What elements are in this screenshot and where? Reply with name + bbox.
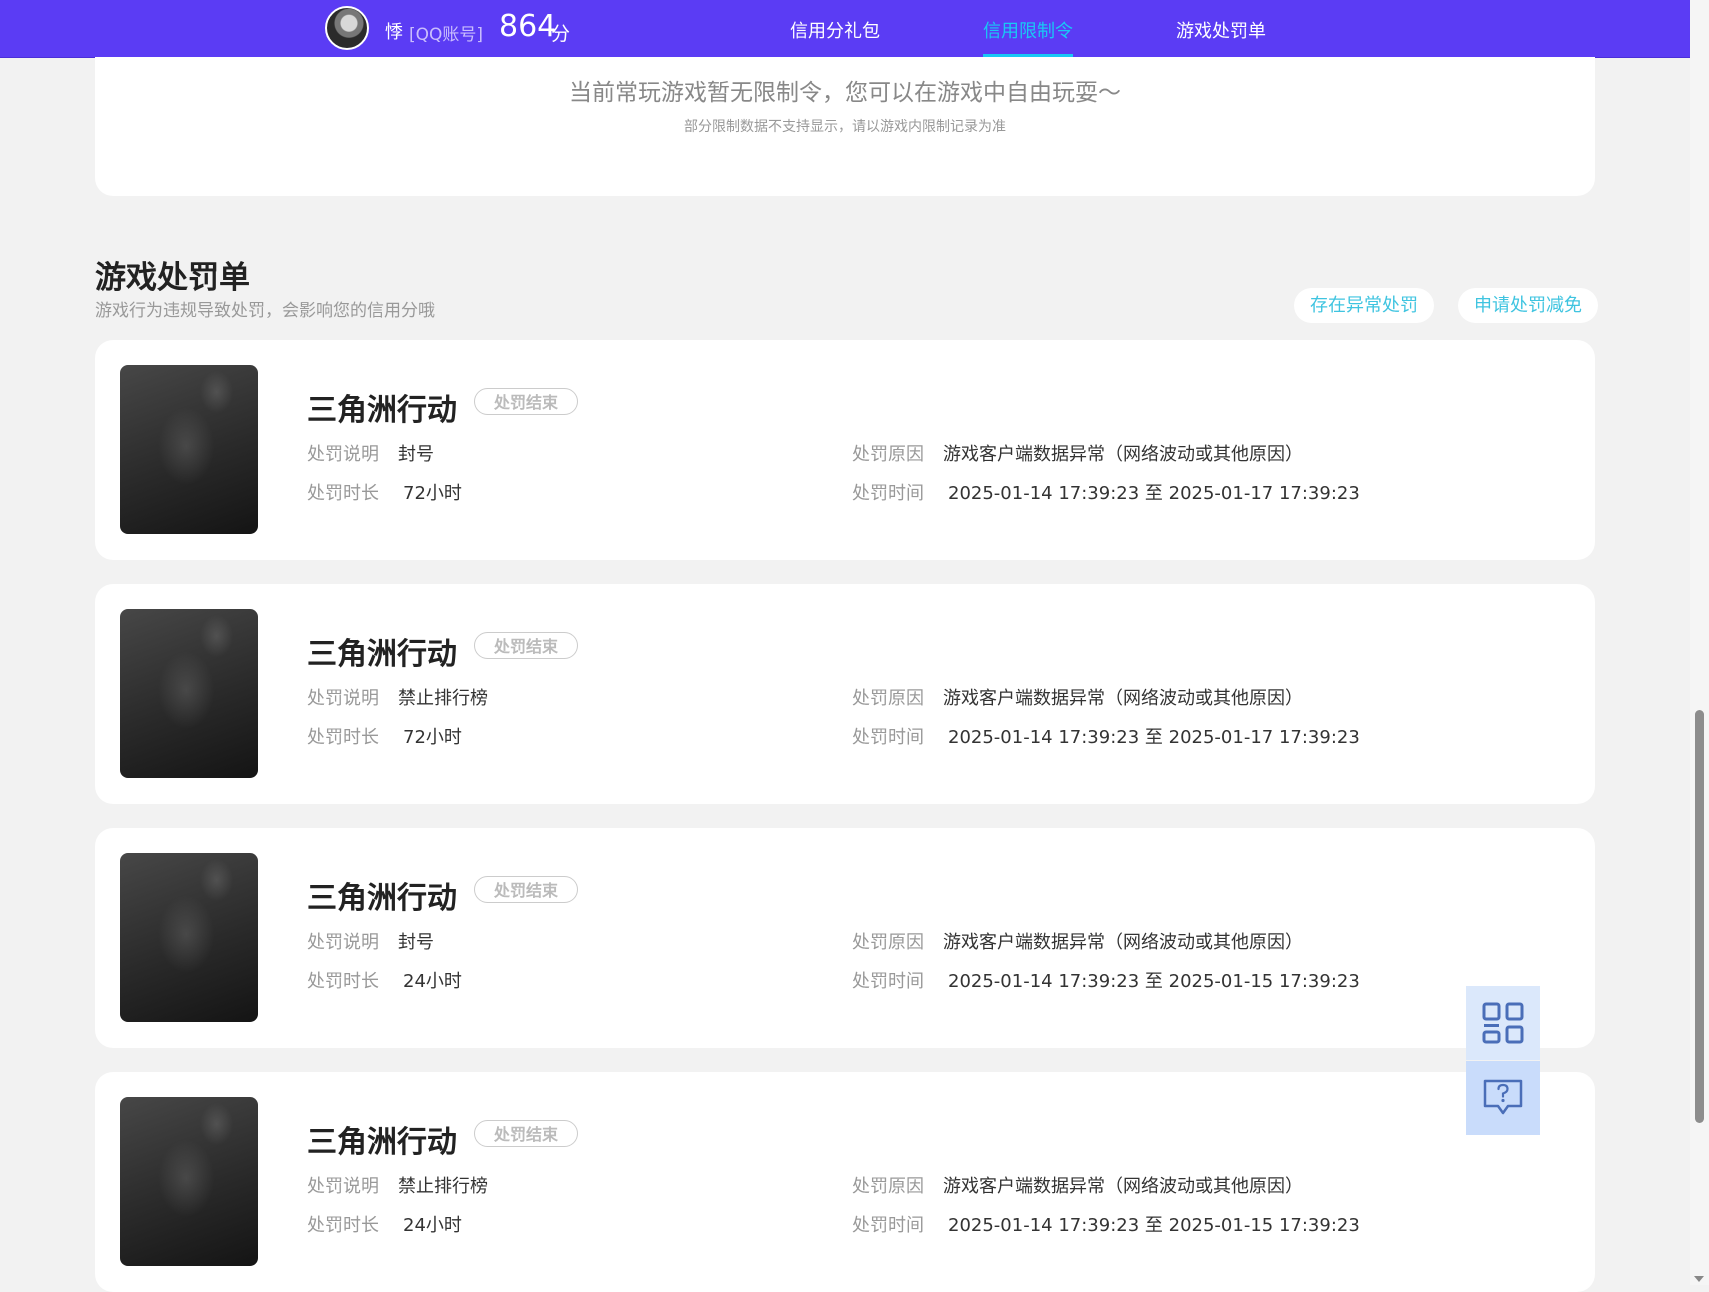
apply-reduction-button[interactable]: 申请处罚减免	[1458, 288, 1598, 323]
status-badge: 处罚结束	[474, 632, 578, 659]
tab-game-penalty[interactable]: 游戏处罚单	[1176, 17, 1266, 57]
top-nav-bar: 悸 [QQ账号] 864 分 信用分礼包 信用限制令 游戏处罚单	[0, 0, 1690, 58]
scrollbar-thumb[interactable]	[1695, 710, 1704, 1123]
scroll-down-arrow-icon[interactable]	[1694, 1276, 1704, 1282]
time-value: 2025-01-14 17:39:23 至 2025-01-15 17:39:2…	[948, 971, 1360, 992]
game-name: 三角洲行动	[307, 637, 457, 672]
explanation-label: 处罚说明	[307, 444, 379, 465]
qr-code-icon	[1482, 1002, 1524, 1044]
duration-value: 72小时	[403, 483, 462, 504]
credit-score: 864	[499, 9, 557, 44]
reason-label: 处罚原因	[852, 688, 924, 709]
time-value: 2025-01-14 17:39:23 至 2025-01-17 17:39:2…	[948, 727, 1360, 748]
tab-credit-restriction[interactable]: 信用限制令	[983, 17, 1073, 57]
tab-label: 信用限制令	[983, 21, 1073, 42]
account-type: [QQ账号]	[409, 25, 484, 45]
time-value: 2025-01-14 17:39:23 至 2025-01-15 17:39:2…	[948, 1215, 1360, 1236]
help-chat-icon	[1483, 1079, 1523, 1115]
reason-value: 游戏客户端数据异常（网络波动或其他原因）	[943, 1176, 1303, 1197]
time-label: 处罚时间	[852, 1215, 924, 1236]
qr-code-button[interactable]	[1466, 986, 1540, 1060]
restriction-disclaimer: 部分限制数据不支持显示，请以游戏内限制记录为准	[684, 119, 1006, 135]
reason-value: 游戏客户端数据异常（网络波动或其他原因）	[943, 444, 1303, 465]
restriction-notice-card: 当前常玩游戏暂无限制令，您可以在游戏中自由玩耍～ 部分限制数据不支持显示，请以游…	[95, 57, 1595, 196]
reason-label: 处罚原因	[852, 1176, 924, 1197]
game-name: 三角洲行动	[307, 393, 457, 428]
floating-tools	[1466, 986, 1540, 1135]
penalty-card[interactable]: 三角洲行动 处罚结束 处罚说明 封号 处罚时长 24小时 处罚原因 游戏客户端数…	[95, 828, 1595, 1048]
game-name: 三角洲行动	[307, 881, 457, 916]
reason-value: 游戏客户端数据异常（网络波动或其他原因）	[943, 932, 1303, 953]
duration-label: 处罚时长	[307, 971, 379, 992]
explanation-value: 禁止排行榜	[398, 1176, 488, 1197]
status-badge: 处罚结束	[474, 388, 578, 415]
penalty-card[interactable]: 三角洲行动 处罚结束 处罚说明 封号 处罚时长 72小时 处罚原因 游戏客户端数…	[95, 340, 1595, 560]
penalty-card[interactable]: 三角洲行动 处罚结束 处罚说明 禁止排行榜 处罚时长 24小时 处罚原因 游戏客…	[95, 1072, 1595, 1292]
game-thumbnail	[120, 1097, 258, 1266]
reason-label: 处罚原因	[852, 932, 924, 953]
game-name: 三角洲行动	[307, 1125, 457, 1160]
game-thumbnail	[120, 365, 258, 534]
username: 悸	[385, 22, 403, 43]
time-label: 处罚时间	[852, 483, 924, 504]
time-label: 处罚时间	[852, 727, 924, 748]
explanation-label: 处罚说明	[307, 932, 379, 953]
duration-label: 处罚时长	[307, 483, 379, 504]
duration-value: 72小时	[403, 727, 462, 748]
game-thumbnail	[120, 609, 258, 778]
section-title: 游戏处罚单	[95, 260, 250, 296]
explanation-value: 封号	[398, 444, 434, 465]
tab-label: 游戏处罚单	[1176, 21, 1266, 42]
tab-label: 信用分礼包	[790, 21, 880, 42]
duration-label: 处罚时长	[307, 1215, 379, 1236]
explanation-value: 禁止排行榜	[398, 688, 488, 709]
time-label: 处罚时间	[852, 971, 924, 992]
section-description: 游戏行为违规导致处罚，会影响您的信用分哦	[95, 301, 435, 321]
status-badge: 处罚结束	[474, 1120, 578, 1147]
reason-label: 处罚原因	[852, 444, 924, 465]
reason-value: 游戏客户端数据异常（网络波动或其他原因）	[943, 688, 1303, 709]
duration-value: 24小时	[403, 971, 462, 992]
help-feedback-button[interactable]	[1466, 1061, 1540, 1135]
explanation-label: 处罚说明	[307, 1176, 379, 1197]
abnormal-penalty-button[interactable]: 存在异常处罚	[1294, 288, 1434, 323]
duration-label: 处罚时长	[307, 727, 379, 748]
penalty-card[interactable]: 三角洲行动 处罚结束 处罚说明 禁止排行榜 处罚时长 72小时 处罚原因 游戏客…	[95, 584, 1595, 804]
credit-score-unit: 分	[551, 23, 571, 45]
duration-value: 24小时	[403, 1215, 462, 1236]
time-value: 2025-01-14 17:39:23 至 2025-01-17 17:39:2…	[948, 483, 1360, 504]
status-badge: 处罚结束	[474, 876, 578, 903]
game-thumbnail	[120, 853, 258, 1022]
no-restriction-message: 当前常玩游戏暂无限制令，您可以在游戏中自由玩耍～	[569, 80, 1121, 106]
explanation-label: 处罚说明	[307, 688, 379, 709]
tab-credit-gift[interactable]: 信用分礼包	[790, 17, 880, 57]
avatar[interactable]	[325, 6, 369, 50]
explanation-value: 封号	[398, 932, 434, 953]
